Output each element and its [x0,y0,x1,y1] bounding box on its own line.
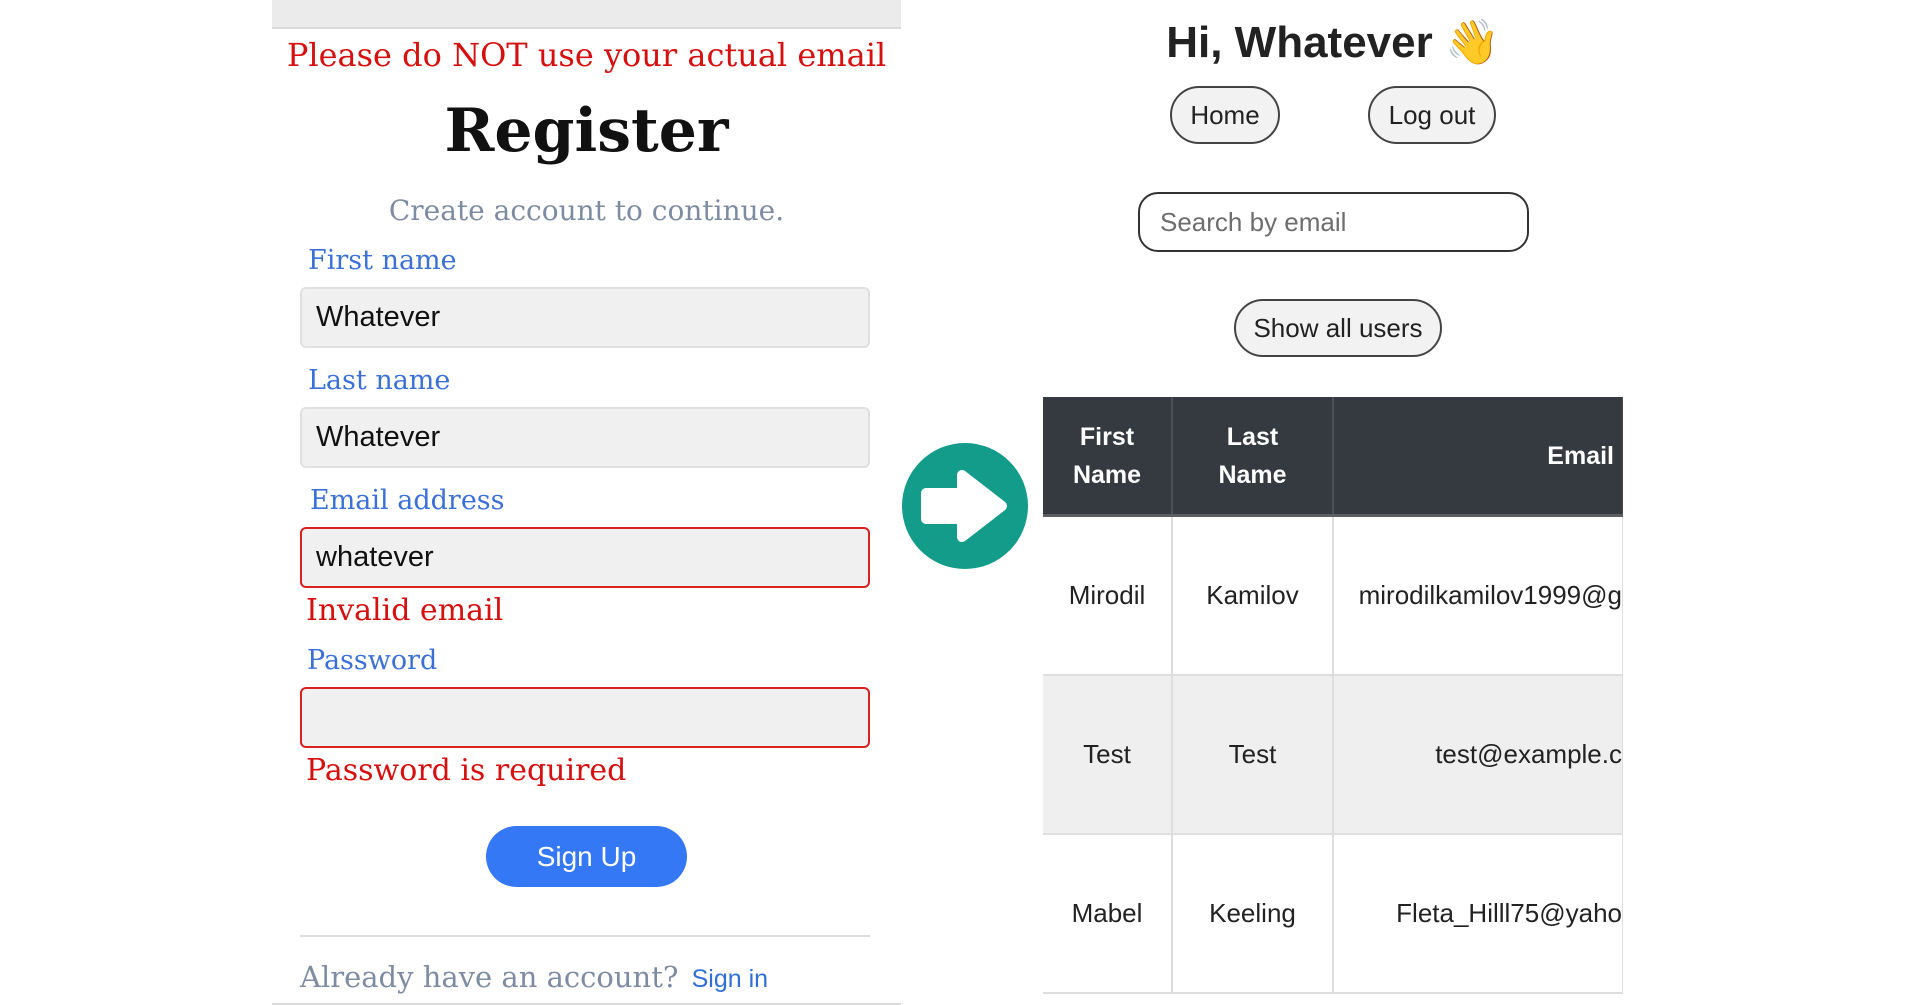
show-all-users-button[interactable]: Show all users [1234,299,1442,357]
cell-last-name: Keeling [1172,834,1334,994]
email-label: Email address [310,485,505,516]
password-label: Password [307,645,438,676]
greeting: Hi, Whatever 👋 [1166,18,1500,67]
password-error: Password is required [306,753,627,788]
log-out-button[interactable]: Log out [1368,86,1496,144]
top-bar [272,0,901,29]
already-account-text: Already have an account? [300,960,679,994]
header-email: Email [1333,397,1623,517]
home-button[interactable]: Home [1170,86,1280,144]
table-row: Mabel Keeling Fleta_Hilll75@yaho [1043,834,1623,994]
search-input[interactable] [1138,192,1529,252]
password-field[interactable] [300,687,870,748]
header-first-name: First Name [1043,397,1173,517]
users-table: First Name Last Name Email Mirodil Kamil… [1043,397,1623,994]
right-arrow-icon [902,443,1028,569]
table-row: Mirodil Kamilov mirodilkamilov1999@g [1043,515,1623,676]
users-panel: Hi, Whatever 👋 Home Log out Show all use… [1043,0,1623,1005]
cell-email: test@example.c [1333,675,1623,835]
warning-message: Please do NOT use your actual email [286,36,887,74]
last-name-field[interactable]: Whatever [300,407,870,468]
cell-email: mirodilkamilov1999@g [1333,515,1623,676]
header-last-name: Last Name [1172,397,1334,517]
email-error: Invalid email [306,593,504,628]
cell-email: Fleta_Hilll75@yaho [1333,834,1623,994]
page-title: Register [444,96,729,166]
table-row: Test Test test@example.c [1043,675,1623,835]
cell-first-name: Test [1043,675,1173,835]
last-name-label: Last name [308,365,451,396]
page-subtitle: Create account to continue. [388,194,785,227]
first-name-field[interactable]: Whatever [300,287,870,348]
sign-in-link[interactable]: Sign in [692,965,768,993]
first-name-label: First name [308,245,457,276]
cell-last-name: Kamilov [1172,515,1334,676]
sign-up-button[interactable]: Sign Up [486,826,687,887]
cell-last-name: Test [1172,675,1334,835]
email-field[interactable]: whatever [300,527,870,588]
cell-first-name: Mirodil [1043,515,1173,676]
cell-first-name: Mabel [1043,834,1173,994]
signin-prompt: Already have an account? Sign in [300,960,768,994]
divider [300,935,870,937]
register-panel: Please do NOT use your actual email Regi… [272,0,901,1005]
table-header-row: First Name Last Name Email [1043,397,1623,517]
